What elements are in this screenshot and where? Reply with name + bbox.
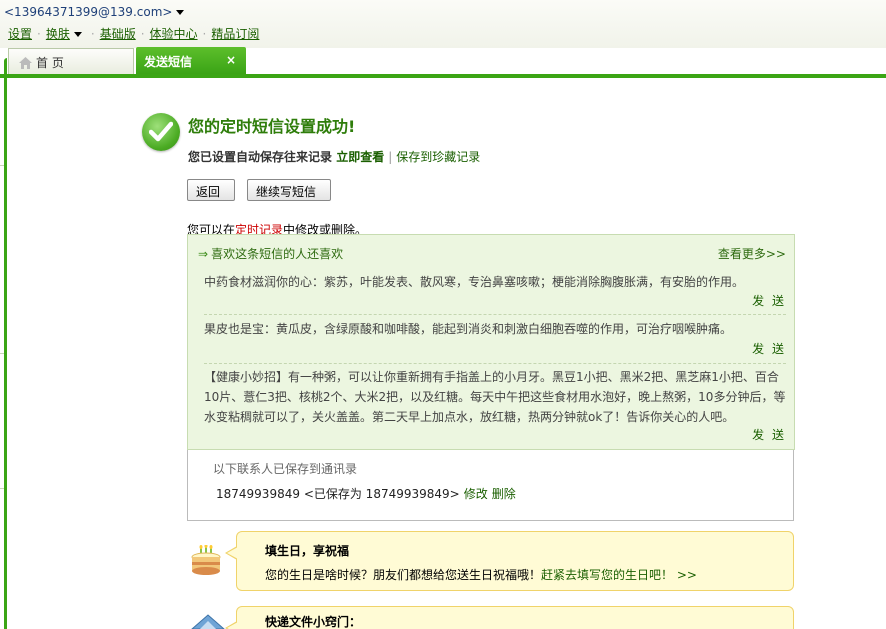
- birthday-tip-title: 填生日，享祝福: [265, 544, 350, 558]
- birthday-tip-text: 您的生日是啥时候？朋友们都想给您送生日祝福哦！: [265, 568, 542, 582]
- left-frame-border: [4, 58, 7, 629]
- nav-skin-link[interactable]: 换肤: [46, 27, 70, 41]
- courier-tip: 快递文件小窍门：: [225, 606, 794, 629]
- package-icon: [188, 611, 228, 629]
- top-nav: 设置 · 换肤 · 基础版 · 体验中心 · 精品订阅: [8, 25, 259, 42]
- recommend-item: 果皮也是宝：黄瓜皮，含绿原酸和咖啡酸，能起到消炎和刺激白细胞吞噬的作用，可治疗咽…: [204, 322, 733, 336]
- nav-separator: ·: [140, 27, 145, 41]
- divider: [204, 314, 786, 315]
- success-check-icon: [142, 113, 180, 151]
- nav-separator: ·: [202, 27, 207, 41]
- nav-experience-link[interactable]: 体验中心: [150, 27, 198, 41]
- auto-save-text: 您已设置自动保存往来记录: [188, 150, 333, 164]
- tab-send-sms-label: 发送短信: [144, 55, 193, 69]
- close-icon[interactable]: ×: [226, 53, 236, 67]
- success-title: 您的定时短信设置成功!: [188, 117, 356, 136]
- account-menu[interactable]: <13964371399@139.com>: [4, 5, 185, 19]
- account-address: <13964371399@139.com>: [4, 5, 173, 19]
- success-subtitle: 您已设置自动保存往来记录 立即查看 | 保存到珍藏记录: [188, 148, 480, 165]
- tab-home[interactable]: 首 页: [8, 48, 134, 74]
- nav-settings-link[interactable]: 设置: [8, 27, 32, 41]
- home-icon: [19, 57, 32, 72]
- nav-subscribe-link[interactable]: 精品订阅: [211, 27, 259, 41]
- contact-number: 18749939849: [216, 487, 300, 501]
- contact-saved-as: <已保存为 18749939849>: [303, 487, 460, 501]
- delete-contact-link[interactable]: 删除: [492, 487, 516, 501]
- link-separator: |: [388, 150, 393, 164]
- send-button[interactable]: 发 送: [752, 292, 786, 309]
- chevron-down-icon[interactable]: [73, 32, 82, 37]
- saved-contacts-title: 以下联系人已保存到通讯录: [213, 462, 358, 476]
- courier-tip-title: 快递文件小窍门：: [265, 615, 362, 629]
- saved-contact-row: 18749939849 <已保存为 18749939849> 修改 删除: [216, 485, 516, 502]
- recommend-item: 【健康小妙招】有一种粥，可以让你重新拥有手指盖上的小月牙。黑豆1小把、黑米2把、…: [204, 370, 786, 424]
- chevron-down-icon: [176, 10, 185, 15]
- recommend-panel: ⇒ 喜欢这条短信的人还喜欢 查看更多>> 中药食材滋润你的心：紫苏，叶能发表、散风…: [187, 234, 795, 450]
- continue-write-button[interactable]: 继续写短信: [247, 179, 331, 201]
- recommend-heading: ⇒ 喜欢这条短信的人还喜欢: [198, 245, 343, 262]
- recommend-item: 中药食材滋润你的心：紫苏，叶能发表、散风寒，专治鼻塞咳嗽；梗能消除胸腹胀满，有安…: [204, 275, 745, 289]
- birthday-tip: 填生日，享祝福 您的生日是啥时候？朋友们都想给您送生日祝福哦！赶紧去填写您的生日…: [225, 531, 794, 591]
- send-button[interactable]: 发 送: [752, 426, 786, 443]
- send-button[interactable]: 发 送: [752, 340, 786, 357]
- saved-contacts-panel: 以下联系人已保存到通讯录 18749939849 <已保存为 187499398…: [187, 450, 794, 521]
- divider: [0, 353, 4, 354]
- birthday-tip-body: 您的生日是啥时候？朋友们都想给您送生日祝福哦！赶紧去填写您的生日吧！ >>: [265, 566, 697, 583]
- divider: [204, 363, 786, 364]
- view-more-link[interactable]: 查看更多>>: [718, 245, 786, 262]
- tab-send-sms[interactable]: 发送短信 ×: [136, 47, 246, 75]
- divider: [0, 488, 4, 489]
- nav-separator: ·: [90, 27, 95, 41]
- back-button[interactable]: 返回: [187, 179, 235, 201]
- nav-separator: ·: [37, 27, 41, 41]
- nav-basic-link[interactable]: 基础版: [100, 27, 136, 41]
- birthday-cake-icon: [189, 544, 223, 582]
- arrow-right-icon: ⇒: [198, 247, 209, 261]
- top-bar: <13964371399@139.com> 设置 · 换肤 · 基础版 · 体验中心 · 精品订…: [0, 0, 886, 48]
- recommend-heading-text: 喜欢这条短信的人还喜欢: [211, 247, 344, 261]
- divider: [0, 165, 4, 166]
- tab-underline: [0, 74, 886, 78]
- view-now-link[interactable]: 立即查看: [336, 150, 384, 164]
- fill-birthday-link[interactable]: 赶紧去填写您的生日吧！ >>: [541, 568, 697, 582]
- save-favorite-link[interactable]: 保存到珍藏记录: [396, 150, 480, 164]
- edit-contact-link[interactable]: 修改: [464, 487, 488, 501]
- tab-home-label: 首 页: [36, 56, 64, 70]
